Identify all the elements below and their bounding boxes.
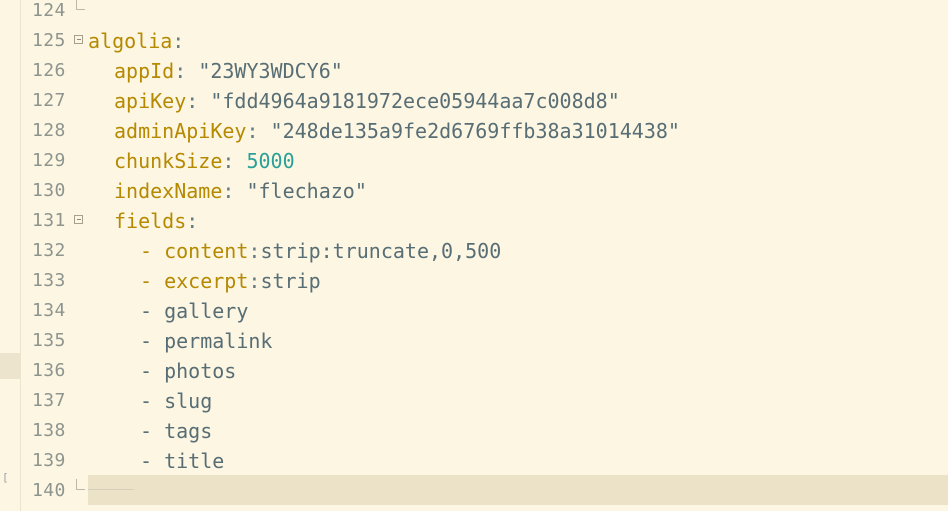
yaml-list-dash: - bbox=[140, 269, 165, 293]
yaml-value: strip:truncate,0,500 bbox=[260, 239, 502, 263]
left-gutter-strip: [ bbox=[0, 0, 21, 511]
line-number: 136 bbox=[32, 360, 66, 381]
code-line-128[interactable]: 128 adminApiKey: "248de135a9fe2d6769ffb3… bbox=[20, 116, 948, 146]
yaml-value: strip bbox=[260, 269, 321, 293]
yaml-separator: : bbox=[222, 149, 247, 173]
code-text: - permalink bbox=[140, 326, 272, 356]
yaml-value: tags bbox=[164, 419, 213, 443]
yaml-string-value: "248de135a9fe2d6769ffb38a31014438" bbox=[270, 119, 680, 143]
code-text: - content:strip:truncate,0,500 bbox=[140, 236, 501, 266]
yaml-list-dash: - bbox=[140, 359, 165, 383]
line-number: 129 bbox=[32, 150, 66, 171]
yaml-value: gallery bbox=[164, 299, 249, 323]
yaml-separator: : bbox=[248, 269, 261, 293]
yaml-number-value: 5000 bbox=[246, 149, 295, 173]
code-line-135[interactable]: 135 - permalink bbox=[20, 326, 948, 356]
yaml-key: algolia bbox=[88, 29, 173, 53]
yaml-list-dash: - bbox=[140, 389, 165, 413]
code-line-125[interactable]: 125 algolia: bbox=[20, 26, 948, 56]
gutter-bracket-icon: [ bbox=[2, 471, 9, 484]
line-number: 138 bbox=[32, 420, 66, 441]
code-line-140[interactable]: 140 bbox=[20, 476, 948, 506]
code-text: - excerpt:strip bbox=[140, 266, 321, 296]
yaml-key: content bbox=[164, 239, 249, 263]
code-line-124[interactable]: 124 bbox=[20, 0, 948, 26]
code-text: adminApiKey: "248de135a9fe2d6769ffb38a31… bbox=[114, 116, 680, 146]
yaml-value: title bbox=[164, 449, 225, 473]
fold-collapse-icon[interactable] bbox=[74, 35, 83, 44]
code-text: appId: "23WY3WDCY6" bbox=[114, 56, 343, 86]
code-line-129[interactable]: 129 chunkSize: 5000 bbox=[20, 146, 948, 176]
line-number: 126 bbox=[32, 60, 66, 81]
line-number: 139 bbox=[32, 450, 66, 471]
code-line-139[interactable]: 139 - title bbox=[20, 446, 948, 476]
yaml-key: indexName bbox=[114, 179, 223, 203]
line-number: 135 bbox=[32, 330, 66, 351]
line-number: 124 bbox=[32, 0, 66, 21]
fold-end-icon bbox=[76, 0, 85, 10]
yaml-list-dash: - bbox=[140, 239, 165, 263]
yaml-key: fields bbox=[114, 209, 187, 233]
yaml-separator: : bbox=[174, 59, 199, 83]
line-number: 127 bbox=[32, 90, 66, 111]
yaml-string-value: "flechazo" bbox=[246, 179, 367, 203]
fold-collapse-icon[interactable] bbox=[74, 215, 83, 224]
code-line-134[interactable]: 134 - gallery bbox=[20, 296, 948, 326]
yaml-string-value: "fdd4964a9181972ece05944aa7c008d8" bbox=[210, 89, 620, 113]
gutter-highlight-marker bbox=[0, 353, 20, 379]
yaml-list-dash: - bbox=[140, 299, 165, 323]
line-number: 140 bbox=[32, 480, 66, 501]
line-number: 130 bbox=[32, 180, 66, 201]
line-number: 125 bbox=[32, 30, 66, 51]
yaml-list-dash: - bbox=[140, 419, 165, 443]
code-text: - title bbox=[140, 446, 224, 476]
code-text: chunkSize: 5000 bbox=[114, 146, 295, 176]
code-line-130[interactable]: 130 indexName: "flechazo" bbox=[20, 176, 948, 206]
yaml-list-dash: - bbox=[140, 329, 165, 353]
code-text: - tags bbox=[140, 416, 212, 446]
line-number: 128 bbox=[32, 120, 66, 141]
yaml-separator: : bbox=[248, 239, 261, 263]
code-text: - photos bbox=[140, 356, 236, 386]
line-number: 132 bbox=[32, 240, 66, 261]
yaml-separator: : bbox=[186, 209, 199, 233]
yaml-key: apiKey bbox=[114, 89, 187, 113]
code-text: - gallery bbox=[140, 296, 248, 326]
yaml-value: slug bbox=[164, 389, 213, 413]
code-text: - slug bbox=[140, 386, 212, 416]
yaml-value: permalink bbox=[164, 329, 273, 353]
yaml-separator: : bbox=[222, 179, 247, 203]
code-line-126[interactable]: 126 appId: "23WY3WDCY6" bbox=[20, 56, 948, 86]
code-line-133[interactable]: 133 - excerpt:strip bbox=[20, 266, 948, 296]
yaml-separator: : bbox=[172, 29, 185, 53]
code-line-136[interactable]: 136 - photos bbox=[20, 356, 948, 386]
line-number: 137 bbox=[32, 390, 66, 411]
yaml-key: excerpt bbox=[164, 269, 249, 293]
yaml-key: adminApiKey bbox=[114, 119, 247, 143]
line-number: 131 bbox=[32, 210, 66, 231]
line-number: 133 bbox=[32, 270, 66, 291]
code-editor[interactable]: [ 124 125 algolia: 126 appId: "23WY3WDCY… bbox=[0, 0, 948, 511]
yaml-separator: : bbox=[246, 119, 271, 143]
code-text: indexName: "flechazo" bbox=[114, 176, 367, 206]
code-text: algolia: bbox=[88, 26, 184, 56]
code-line-132[interactable]: 132 - content:strip:truncate,0,500 bbox=[20, 236, 948, 266]
yaml-string-value: "23WY3WDCY6" bbox=[198, 59, 343, 83]
code-line-138[interactable]: 138 - tags bbox=[20, 416, 948, 446]
line-number: 134 bbox=[32, 300, 66, 321]
code-line-137[interactable]: 137 - slug bbox=[20, 386, 948, 416]
yaml-value: photos bbox=[164, 359, 237, 383]
yaml-separator: : bbox=[186, 89, 211, 113]
code-text: fields: bbox=[114, 206, 198, 236]
code-line-127[interactable]: 127 apiKey: "fdd4964a9181972ece05944aa7c… bbox=[20, 86, 948, 116]
code-text: apiKey: "fdd4964a9181972ece05944aa7c008d… bbox=[114, 86, 620, 116]
yaml-key: appId bbox=[114, 59, 175, 83]
yaml-key: chunkSize bbox=[114, 149, 223, 173]
yaml-list-dash: - bbox=[140, 449, 165, 473]
code-line-131[interactable]: 131 fields: bbox=[20, 206, 948, 236]
fold-end-icon bbox=[76, 479, 85, 490]
